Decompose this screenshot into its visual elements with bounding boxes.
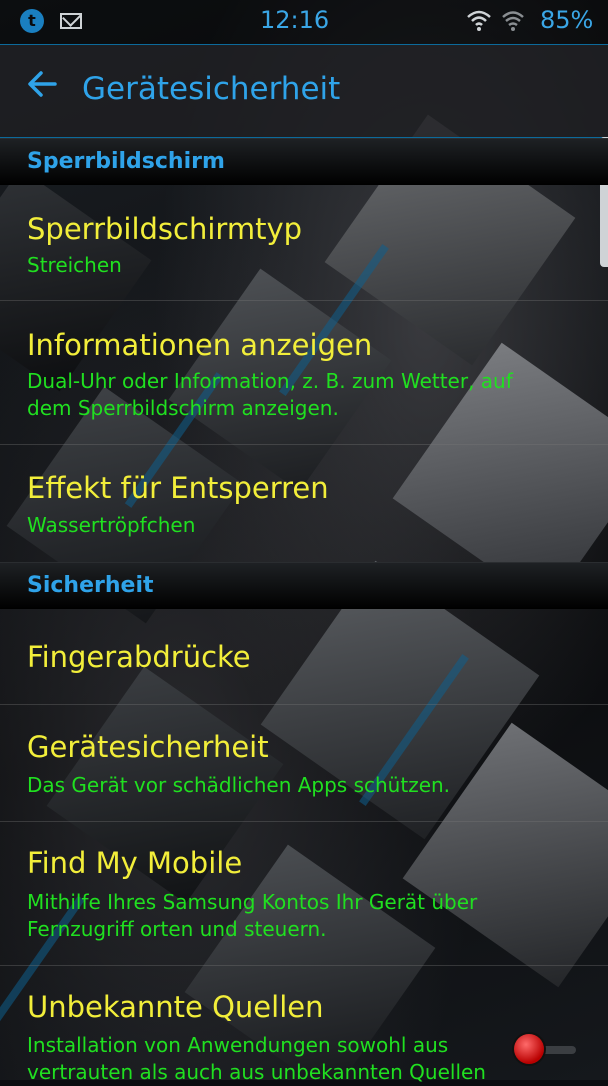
setting-title: Gerätesicherheit [27,730,269,764]
setting-subtitle-line1: Mithilfe Ihres Samsung Kontos Ihr Gerät … [27,890,478,914]
arrow-back-icon-glyph [28,71,57,97]
battery-percentage: 85% [540,6,594,34]
setting-subtitle-line2: dem Sperrbildschirm anzeigen. [27,396,339,420]
setting-subtitle: Wassertröpfchen [27,513,196,537]
section-header-sicherheit: Sicherheit [0,562,608,609]
gmail-icon [60,13,82,29]
setting-item-find-my-mobile[interactable]: Find My Mobile Mithilfe Ihres Samsung Ko… [0,822,608,966]
status-clock: 12:16 [260,6,330,34]
setting-subtitle: Das Gerät vor schädlichen Apps schützen. [27,773,451,797]
section-label: Sicherheit [27,573,154,598]
action-bar: Gerätesicherheit [0,45,608,267]
setting-subtitle-line1: Dual-Uhr oder Information, z. B. zum Wet… [27,369,513,393]
setting-item-sperrbildschirmtyp[interactable]: Sperrbildschirmtyp Streichen [0,184,608,301]
setting-title: Effekt für Entsperren [27,471,329,505]
page-title: Gerätesicherheit [82,71,341,107]
setting-item-geraetesicherheit[interactable]: Gerätesicherheit Das Gerät vor schädlich… [0,705,608,822]
section-header-sperrbildschirm: Sperrbildschirm [0,138,608,185]
setting-title: Find My Mobile [27,846,243,880]
signal-icon [502,11,524,31]
setting-title: Fingerabdrücke [27,640,251,674]
setting-title: Sperrbildschirmtyp [27,212,303,246]
setting-item-effekt-fuer-entsperren[interactable]: Effekt für Entsperren Wassertröpfchen [0,445,608,561]
tumblr-icon: t [20,9,44,33]
toggle-knob [514,1034,544,1064]
status-bar: t 12:16 85% [0,0,608,45]
setting-title: Informationen anzeigen [27,328,373,362]
setting-title: Unbekannte Quellen [27,990,324,1024]
section-label: Sperrbildschirm [27,149,225,174]
setting-subtitle: Streichen [27,253,122,277]
arrow-back-icon[interactable] [22,67,62,113]
setting-subtitle-line1: Installation von Anwendungen sowohl aus [27,1033,449,1057]
wifi-icon [467,10,491,31]
setting-item-fingerabdruecke[interactable]: Fingerabdrücke [0,608,608,705]
setting-item-informationen-anzeigen[interactable]: Informationen anzeigen Dual-Uhr oder Inf… [0,301,608,445]
setting-subtitle-line2: vertrauten als auch aus unbekannten Quel… [27,1060,486,1084]
setting-subtitle-line2: Fernzugriff orten und steuern. [27,917,327,941]
unbekannte-quellen-toggle[interactable] [514,1034,578,1064]
